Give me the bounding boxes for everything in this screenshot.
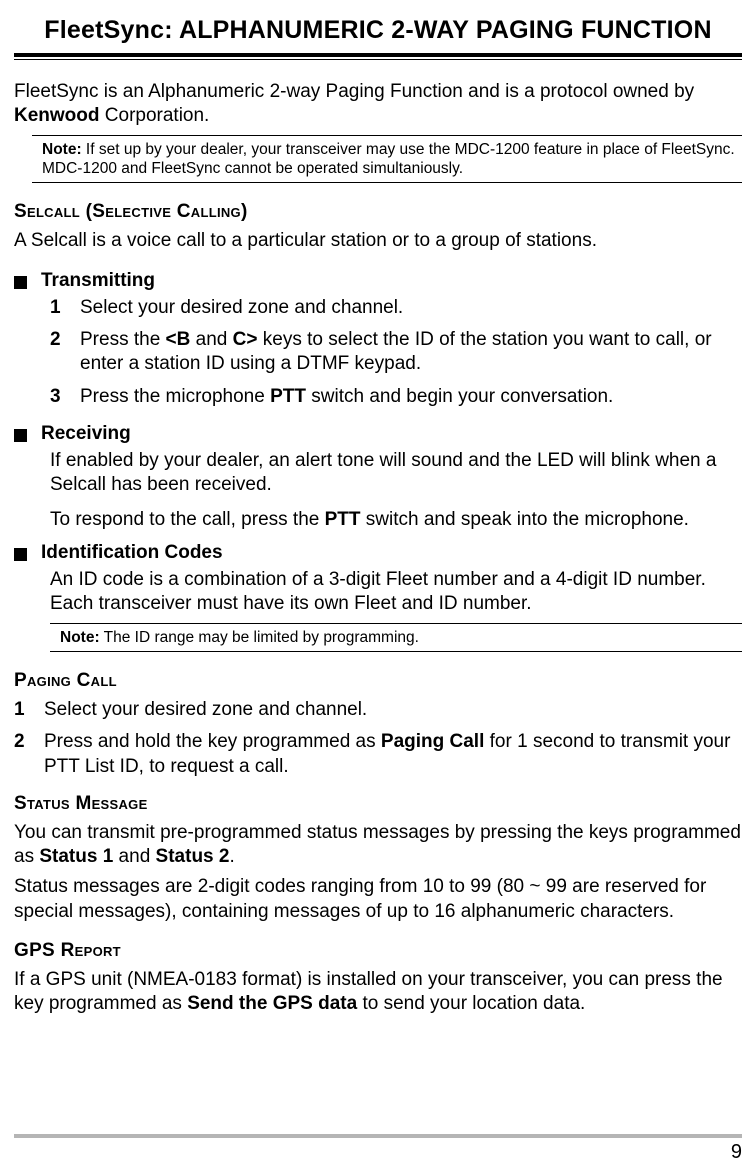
bold-fragment: PTT <box>270 386 306 407</box>
intro-bold: Kenwood <box>14 105 100 126</box>
text-fragment: Press and hold the key programmed as <box>44 731 381 752</box>
rule-thin <box>14 59 742 60</box>
step-number: 3 <box>50 385 64 409</box>
page-container: FleetSync: ALPHANUMERIC 2-WAY PAGING FUN… <box>0 0 756 1017</box>
text-fragment: to send your location data. <box>357 993 585 1014</box>
intro-text-pre: FleetSync is an Alphanumeric 2-way Pagin… <box>14 81 694 102</box>
bullet-transmitting: Transmitting <box>14 270 742 292</box>
idcodes-text: An ID code is a combination of a 3-digit… <box>50 568 742 617</box>
square-bullet-icon <box>14 276 27 289</box>
intro-text-post: Corporation. <box>100 105 210 126</box>
text-fragment: and <box>113 846 155 867</box>
step-text: Press and hold the key programmed as Pag… <box>44 730 742 779</box>
step-text: Press the microphone PTT switch and begi… <box>80 385 613 409</box>
selcall-intro: A Selcall is a voice call to a particula… <box>14 229 742 253</box>
bold-fragment: C> <box>233 329 258 350</box>
footer-rule <box>14 1134 742 1138</box>
bullet-receiving: Receiving <box>14 423 742 445</box>
step-number: 2 <box>14 730 28 779</box>
step-text: Press the <B and C> keys to select the I… <box>80 328 742 377</box>
paging-steps: 1 Select your desired zone and channel. … <box>14 698 742 779</box>
step-number: 1 <box>50 296 64 320</box>
step-text: Select your desired zone and channel. <box>44 698 367 722</box>
receiving-label: Receiving <box>41 423 131 445</box>
bold-fragment: Paging Call <box>381 731 484 752</box>
bold-fragment: Send the GPS data <box>187 993 357 1014</box>
chapter-title: FleetSync: ALPHANUMERIC 2-WAY PAGING FUN… <box>14 16 742 45</box>
square-bullet-icon <box>14 429 27 442</box>
bullet-idcodes: Identification Codes <box>14 542 742 564</box>
page-number: 9 <box>731 1141 742 1164</box>
text-fragment: Press the <box>80 329 166 350</box>
intro-paragraph: FleetSync is an Alphanumeric 2-way Pagin… <box>14 80 742 129</box>
step-text: Select your desired zone and channel. <box>80 296 403 320</box>
section-title-selcall: Selcall (Selective Calling) <box>14 201 742 223</box>
transmitting-label: Transmitting <box>41 270 155 292</box>
note-label: Note: <box>42 141 82 158</box>
section-title-paging: Paging Call <box>14 670 742 692</box>
text-fragment: switch and begin your conversation. <box>306 386 613 407</box>
gps-p1: If a GPS unit (NMEA-0183 format) is inst… <box>14 968 742 1017</box>
text-fragment: Press the microphone <box>80 386 270 407</box>
rule-thick <box>14 53 742 57</box>
note-box-2: Note: The ID range may be limited by pro… <box>50 623 742 652</box>
text-fragment: To respond to the call, press the <box>50 509 325 530</box>
note-label: Note: <box>60 629 100 646</box>
note-text: If set up by your dealer, your transceiv… <box>42 141 735 177</box>
bold-fragment: PTT <box>325 509 361 530</box>
idcodes-label: Identification Codes <box>41 542 223 564</box>
step-number: 2 <box>50 328 64 377</box>
bold-fragment: <B <box>166 329 191 350</box>
text-fragment: and <box>190 329 232 350</box>
status-p1: You can transmit pre-programmed status m… <box>14 821 742 870</box>
text-fragment: . <box>229 846 234 867</box>
note-box-1: Note: If set up by your dealer, your tra… <box>32 135 742 184</box>
note-text: The ID range may be limited by programmi… <box>100 629 419 646</box>
section-title-gps: GPS Report <box>14 940 742 962</box>
receiving-p2: To respond to the call, press the PTT sw… <box>50 508 742 532</box>
list-item: 3 Press the microphone PTT switch and be… <box>50 385 742 409</box>
bold-fragment: Status 1 <box>39 846 113 867</box>
square-bullet-icon <box>14 548 27 561</box>
bold-fragment: Status 2 <box>156 846 230 867</box>
status-p2: Status messages are 2-digit codes rangin… <box>14 875 742 924</box>
section-title-status: Status Message <box>14 793 742 815</box>
list-item: 2 Press the <B and C> keys to select the… <box>50 328 742 377</box>
step-number: 1 <box>14 698 28 722</box>
list-item: 1 Select your desired zone and channel. <box>14 698 742 722</box>
transmitting-steps: 1 Select your desired zone and channel. … <box>50 296 742 409</box>
text-fragment: switch and speak into the microphone. <box>361 509 689 530</box>
receiving-p1: If enabled by your dealer, an alert tone… <box>50 449 742 498</box>
list-item: 2 Press and hold the key programmed as P… <box>14 730 742 779</box>
list-item: 1 Select your desired zone and channel. <box>50 296 742 320</box>
